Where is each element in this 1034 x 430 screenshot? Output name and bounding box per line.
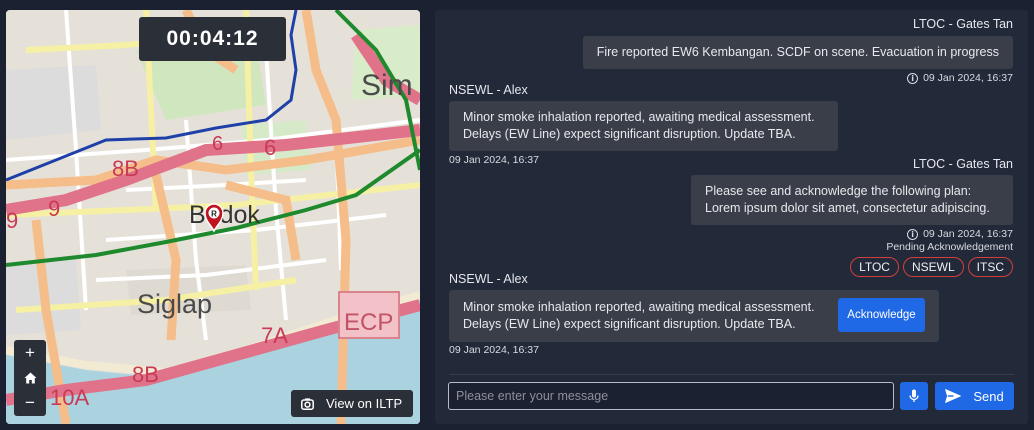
message-timestamp: i 09 Jan 2024, 16:37 (907, 72, 1013, 84)
send-button[interactable]: Send (935, 382, 1014, 410)
message-timestamp: 09 Jan 2024, 16:37 (449, 344, 539, 356)
road-label-7a: 7A (261, 323, 288, 348)
map-label-bedok: Bedok (189, 201, 260, 229)
road-label-6a: 6 (212, 133, 223, 155)
road-label-8b-top: 8B (112, 156, 139, 181)
timestamp-text: 09 Jan 2024, 16:37 (449, 344, 539, 356)
elapsed-timer: 00:04:12 (139, 17, 286, 61)
pending-tag-ltoc: LTOC (850, 257, 899, 277)
pending-tag-nsewl: NSEWL (902, 257, 964, 277)
acknowledge-button[interactable]: Acknowledge (838, 298, 925, 332)
message-text-line-1: Minor smoke inhalation reported, awaitin… (463, 300, 815, 314)
map-label-siglap: Siglap (137, 289, 212, 319)
send-label: Send (973, 388, 1004, 404)
road-label-9b: 9 (48, 196, 60, 221)
info-icon[interactable]: i (907, 72, 919, 84)
map-canvas[interactable]: Sim Bedok Siglap ECP 8B 9 9 6 6 7A 8B 10… (6, 10, 420, 424)
message-bubble: Please see and acknowledge the following… (691, 175, 1013, 225)
timestamp-text: 09 Jan 2024, 16:37 (923, 72, 1013, 84)
message-bubble: Minor smoke inhalation reported, awaitin… (449, 101, 838, 151)
chat-panel: LTOC - Gates Tan Fire reported EW6 Kemba… (435, 10, 1028, 424)
pending-ack-tags: LTOC NSEWL ITSC (850, 257, 1013, 277)
pending-acknowledgement-label: Pending Acknowledgement (886, 241, 1013, 253)
app-root: Sim Bedok Siglap ECP 8B 9 9 6 6 7A 8B 10… (0, 0, 1034, 430)
microphone-button[interactable] (900, 382, 928, 410)
message-timestamp: i 09 Jan 2024, 16:37 (907, 228, 1013, 240)
composer-divider (449, 374, 1014, 375)
message-bubble: Fire reported EW6 Kembangan. SCDF on sce… (582, 36, 1013, 69)
message-text-line-1: Minor smoke inhalation reported, awaitin… (463, 110, 815, 124)
message-text-line-2: Delays (EW Line) expect significant disr… (463, 127, 796, 141)
zoom-out-button[interactable]: − (14, 391, 46, 416)
message-timestamp: 09 Jan 2024, 16:37 (449, 154, 539, 166)
map-label-sim: Sim (361, 69, 413, 102)
message-sender: LTOC - Gates Tan (912, 157, 1013, 171)
map-label-ecp: ECP (344, 309, 393, 336)
map-zoom-controls: + − (14, 340, 46, 416)
message-text-line-1: Please see and acknowledge the following… (705, 184, 972, 198)
zoom-in-button[interactable]: + (14, 340, 46, 365)
timestamp-text: 09 Jan 2024, 16:37 (923, 228, 1013, 240)
message-sender: LTOC - Gates Tan (912, 17, 1013, 31)
home-icon (24, 372, 36, 384)
map-residential (6, 65, 101, 140)
map-panel[interactable]: Sim Bedok Siglap ECP 8B 9 9 6 6 7A 8B 10… (6, 10, 420, 424)
message-text-line-2: Lorem ipsum dolor sit amet, consectetur … (705, 201, 990, 215)
road-label-6b: 6 (264, 135, 276, 160)
message-text-line-2: Delays (EW Line) expect significant disr… (463, 317, 796, 331)
road-label-10a: 10A (50, 385, 89, 410)
pending-tag-itsc: ITSC (967, 257, 1013, 277)
camera-icon (301, 397, 314, 410)
info-icon[interactable]: i (907, 228, 919, 240)
message-text: Fire reported EW6 Kembangan. SCDF on sce… (596, 45, 999, 59)
microphone-icon (909, 389, 919, 402)
message-sender: NSEWL - Alex (449, 83, 528, 97)
message-sender: NSEWL - Alex (449, 272, 528, 286)
marker-label: R (211, 210, 217, 219)
road-label-9a: 9 (6, 208, 18, 233)
road-label-8b-bottom: 8B (132, 362, 159, 387)
home-button[interactable] (14, 365, 46, 390)
send-icon (945, 389, 962, 403)
timestamp-text: 09 Jan 2024, 16:37 (449, 154, 539, 166)
message-input[interactable] (448, 382, 894, 410)
view-on-iltp-button[interactable]: View on ILTP (291, 390, 413, 417)
view-on-iltp-label: View on ILTP (326, 396, 403, 411)
